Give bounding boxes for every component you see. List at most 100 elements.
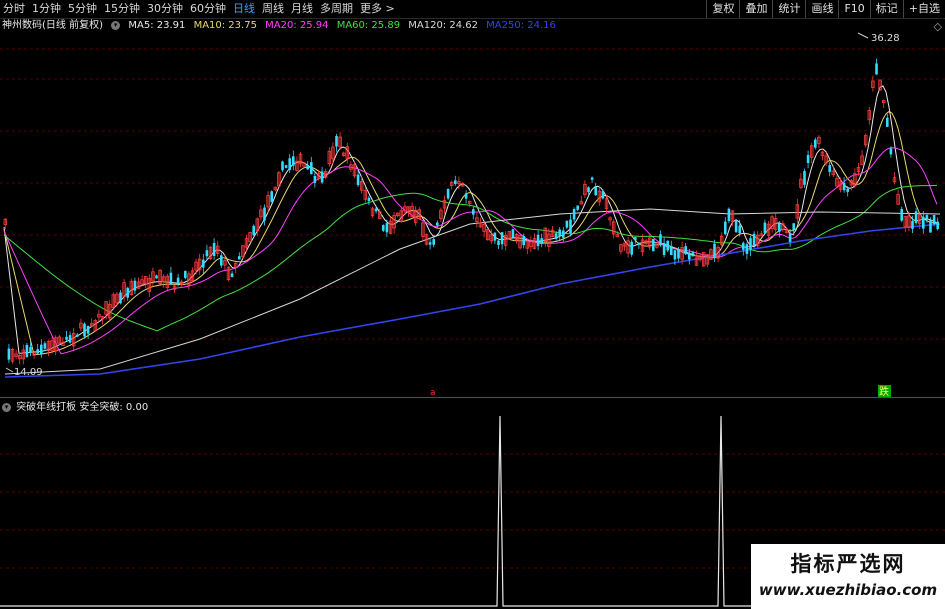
tab-5min[interactable]: 5分钟 xyxy=(68,0,97,18)
candle-body-153 xyxy=(554,233,558,239)
candle-body-166 xyxy=(601,191,605,199)
candle-body-136 xyxy=(493,232,497,241)
candle-body-229 xyxy=(828,165,831,172)
candle-body-144 xyxy=(522,236,525,246)
indicator-label: 突破年线打板 安全突破: 0.00 xyxy=(16,402,149,413)
high-pointer xyxy=(857,32,869,39)
candle-body-148 xyxy=(536,234,540,247)
tab-15min[interactable]: 15分钟 xyxy=(104,0,140,18)
candle-body-149 xyxy=(540,238,543,244)
candle-body-162 xyxy=(587,187,590,193)
candle-body-63 xyxy=(230,273,234,278)
candle-body-187 xyxy=(677,249,680,259)
candle-body-50 xyxy=(184,270,187,278)
candle-body-92 xyxy=(335,135,338,147)
candle-body-259 xyxy=(936,221,939,230)
candle-body-211 xyxy=(763,222,767,234)
candle-body-175 xyxy=(634,237,637,241)
candle-body-106 xyxy=(385,223,389,233)
candle-body-60 xyxy=(220,255,223,266)
candle-body-11 xyxy=(43,343,47,349)
candle-body-159 xyxy=(576,205,579,210)
low-price-label: 14.09 xyxy=(14,367,43,378)
overlay-button[interactable]: 叠加 xyxy=(739,0,772,18)
candle-body-78 xyxy=(284,165,288,168)
candle-body-128 xyxy=(464,193,468,199)
ma120-line xyxy=(4,208,941,375)
watermark-title: 指标严选网 xyxy=(790,552,906,576)
candle-body-255 xyxy=(922,216,925,229)
candle-body-125 xyxy=(454,180,457,185)
candle-body-206 xyxy=(745,244,749,254)
candle-body-207 xyxy=(749,238,752,251)
f10-button[interactable]: F10 xyxy=(838,0,869,18)
tab-30min[interactable]: 30分钟 xyxy=(147,0,183,18)
candle-body-157 xyxy=(569,219,572,234)
candle-body-101 xyxy=(367,197,371,202)
candle-body-158 xyxy=(572,209,576,220)
watermark: 指标严选网 www.xuezhibiao.com xyxy=(751,544,945,609)
high-price-label: 36.28 xyxy=(871,33,900,44)
candle-body-103 xyxy=(374,208,378,212)
candle-body-246 xyxy=(889,148,893,155)
mark-button[interactable]: 标记 xyxy=(869,0,903,18)
candle-body-154 xyxy=(558,229,561,237)
panel-divider xyxy=(0,397,945,398)
indicator-settings-icon[interactable]: ▾ xyxy=(2,402,11,412)
candle-body-34 xyxy=(126,287,129,298)
candle-body-105 xyxy=(382,225,385,231)
candle-body-69 xyxy=(252,225,255,235)
adjust-button[interactable]: 复权 xyxy=(706,0,739,18)
tab-intraday[interactable]: 分时 xyxy=(3,0,25,18)
indicator-legend: ▾ 突破年线打板 安全突破: 0.00 xyxy=(2,401,148,414)
candle-body-85 xyxy=(310,162,313,175)
candle-body-137 xyxy=(497,240,500,246)
candle-body-242 xyxy=(875,63,878,75)
tab-monthly[interactable]: 月线 xyxy=(291,0,313,18)
candle-body-252 xyxy=(911,220,914,229)
candle-body-36 xyxy=(133,280,137,291)
candle-body-17 xyxy=(65,336,68,340)
candle-body-253 xyxy=(914,211,918,224)
candle-body-22 xyxy=(83,323,86,337)
candle-body-138 xyxy=(500,232,504,245)
candle-body-163 xyxy=(590,177,594,180)
tab-multi-period[interactable]: 多周期 xyxy=(320,0,353,18)
candle-body-257 xyxy=(929,220,932,233)
candle-body-203 xyxy=(734,221,738,232)
candle-body-182 xyxy=(659,234,662,245)
candle-body-56 xyxy=(205,250,209,257)
candle-body-10 xyxy=(40,344,43,355)
candle-body-18 xyxy=(68,335,72,343)
tool-buttons: 复权 叠加 统计 画线 F10 标记 +自选 xyxy=(706,0,945,18)
sell-marker: 跌 xyxy=(879,385,889,397)
candle-body-141 xyxy=(511,229,515,238)
statistics-button[interactable]: 统计 xyxy=(772,0,805,18)
candle-body-86 xyxy=(313,176,317,183)
candle-body-191 xyxy=(691,252,695,257)
low-pointer xyxy=(5,367,14,373)
tab-1min[interactable]: 1分钟 xyxy=(32,0,61,18)
tab-weekly[interactable]: 周线 xyxy=(262,0,284,18)
draw-line-button[interactable]: 画线 xyxy=(805,0,838,18)
candle-body-74 xyxy=(270,191,273,202)
candle-body-6 xyxy=(25,344,29,357)
candle-body-80 xyxy=(292,156,295,166)
candle-body-258 xyxy=(932,214,936,225)
candle-body-223 xyxy=(806,154,810,164)
candle-body-176 xyxy=(637,242,641,245)
ma20-line xyxy=(3,147,938,355)
candle-body-58 xyxy=(212,242,216,256)
candle-body-189 xyxy=(684,246,687,255)
candle-body-218 xyxy=(788,233,792,242)
tab-more[interactable]: 更多 > xyxy=(360,0,395,18)
tab-daily[interactable]: 日线 xyxy=(233,0,255,18)
candle-body-7 xyxy=(29,347,32,353)
candle-body-222 xyxy=(803,171,806,185)
candle-body-190 xyxy=(688,252,691,260)
candle-body-215 xyxy=(778,223,781,232)
tab-60min[interactable]: 60分钟 xyxy=(190,0,226,18)
ma10-line xyxy=(3,110,938,356)
price-chart[interactable]: 36.28 14.09 a 跌 xyxy=(0,19,945,397)
add-watchlist-button[interactable]: +自选 xyxy=(902,0,945,18)
